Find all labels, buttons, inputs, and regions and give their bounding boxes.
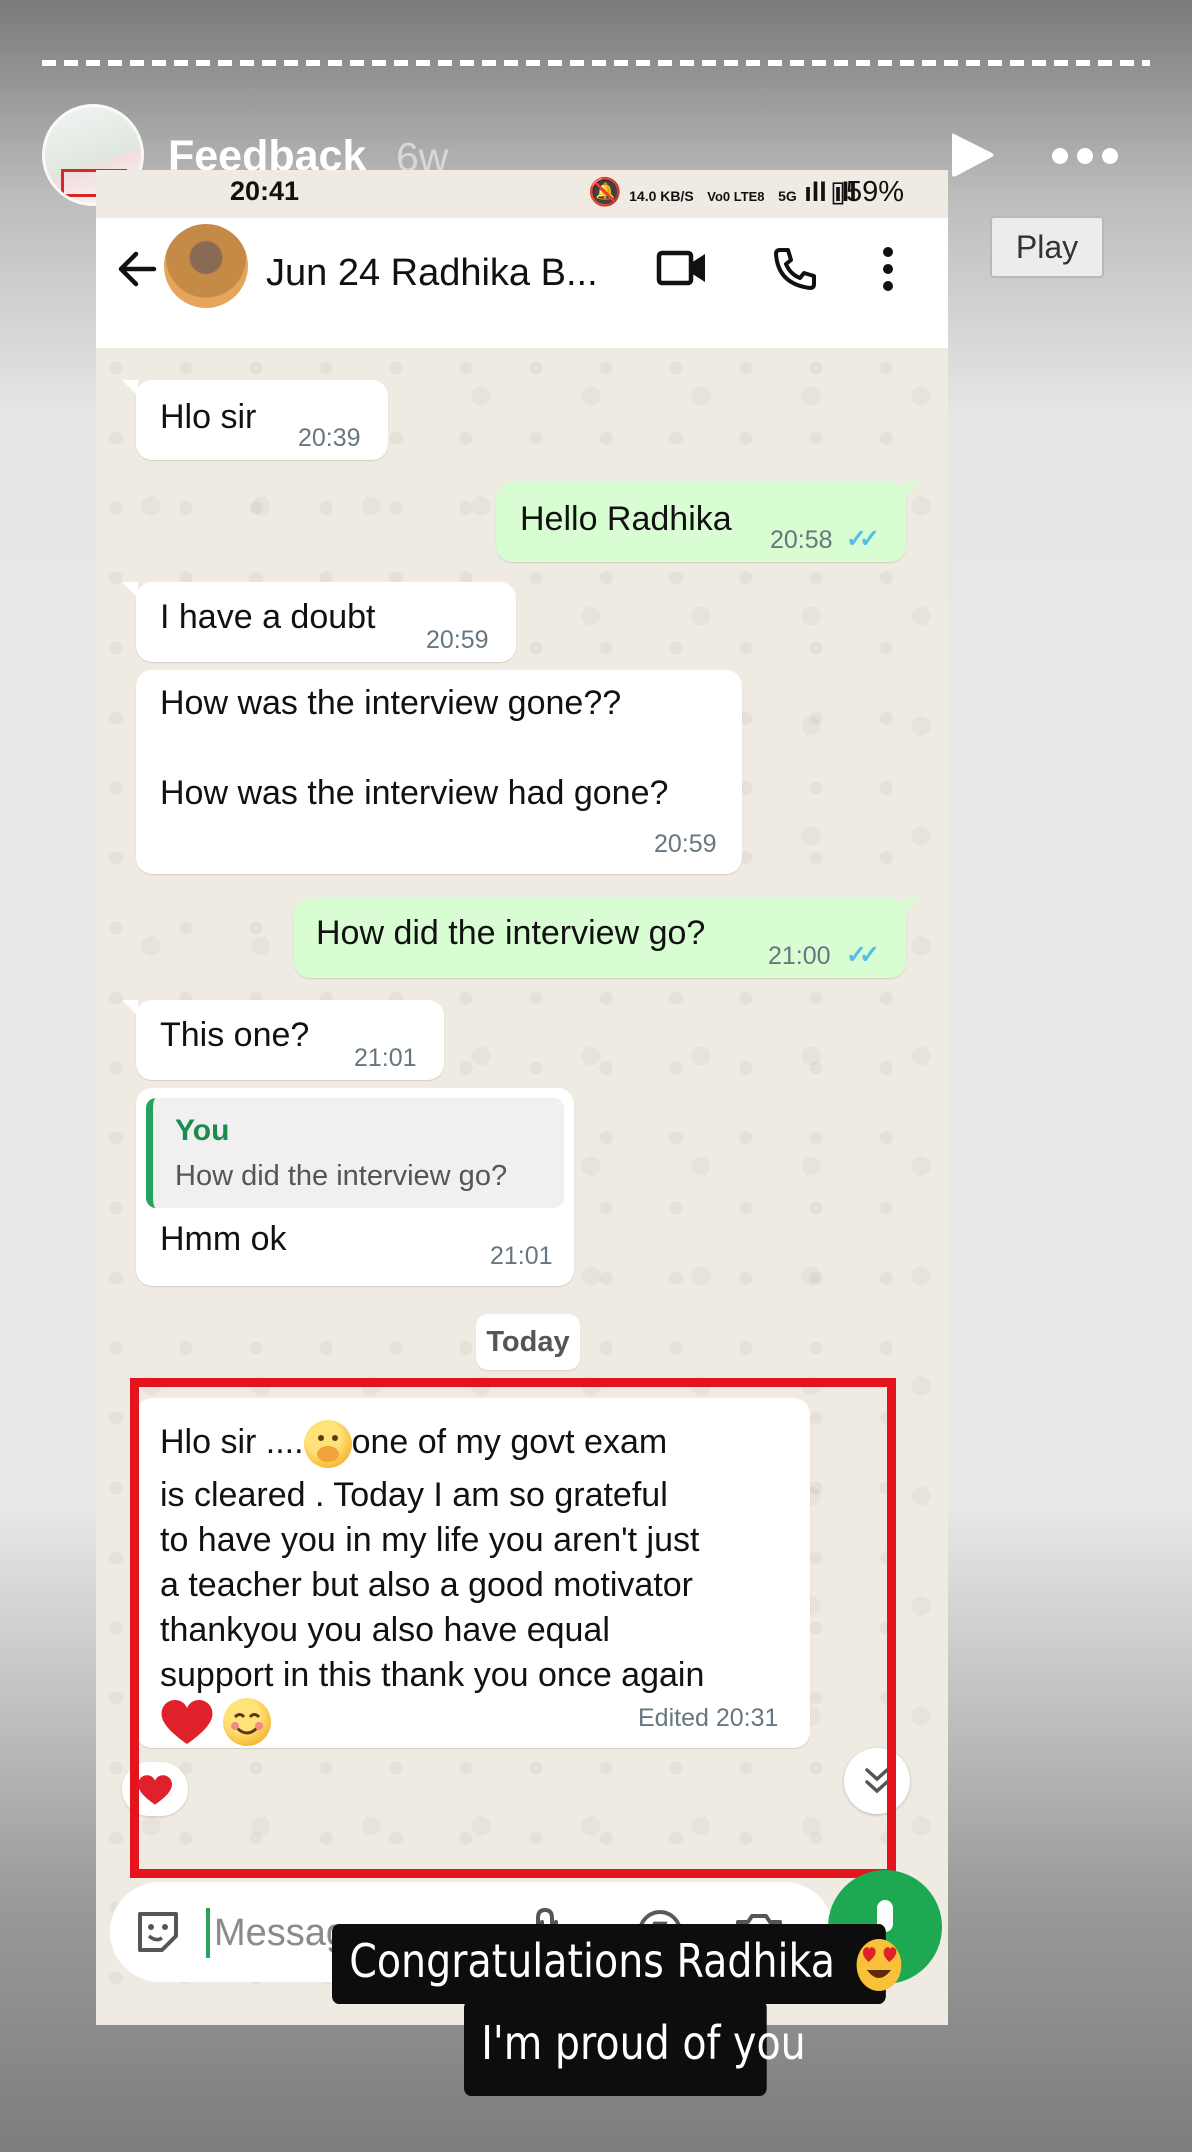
chat-screenshot: 20:41 🔕 14.0 KB/S Vo0 LTE8 5G ıll ıll ▯5…: [96, 170, 948, 2025]
message-incoming[interactable]: Hlo sir 20:39: [122, 380, 388, 460]
story-progress-bar: [42, 60, 1150, 66]
read-ticks-icon: ✓✓: [846, 525, 880, 553]
contact-avatar[interactable]: [164, 224, 248, 308]
message-text-line: How was the interview gone??: [160, 684, 622, 722]
video-call-icon[interactable]: [656, 248, 708, 288]
text-cursor: [206, 1908, 210, 1958]
message-outgoing[interactable]: Hello Radhika 20:58 ✓✓: [496, 482, 920, 562]
status-time: 20:41: [230, 176, 300, 206]
message-text: This one?: [160, 1016, 310, 1054]
volte-label: Vo0 LTE8: [707, 189, 765, 204]
message-time: 21:01: [354, 1044, 417, 1072]
sticker-icon[interactable]: [134, 1908, 182, 1956]
message-time: 20:59: [426, 626, 489, 654]
message-time: 20:59: [654, 830, 717, 858]
phone-call-icon[interactable]: [772, 246, 818, 292]
message-text: I have a doubt: [160, 598, 376, 636]
battery-level: ▯59%: [830, 176, 905, 208]
story-caption-line2: I'm proud of you: [464, 2000, 806, 2096]
overflow-menu-icon[interactable]: [882, 246, 894, 292]
chat-header: Jun 24 Radhika B...: [96, 218, 948, 348]
back-arrow-icon[interactable]: [114, 246, 160, 292]
signal-label: 5G: [778, 188, 797, 204]
message-time: 21:00: [768, 942, 831, 970]
highlight-box: [130, 1378, 896, 1878]
message-time: 20:58: [770, 526, 833, 554]
message-text: Hlo sir: [160, 398, 257, 436]
more-icon[interactable]: [1050, 146, 1120, 166]
heart-eyes-emoji-icon: [856, 1938, 901, 1991]
message-time: 20:39: [298, 424, 361, 452]
status-icons: 🔕 14.0 KB/S Vo0 LTE8 5G ıll ıll: [588, 176, 857, 208]
play-icon[interactable]: [948, 130, 996, 180]
quote-text: How did the interview go?: [175, 1160, 508, 1192]
network-speed: 14.0 KB/S: [629, 188, 694, 204]
message-text: Hello Radhika: [520, 500, 732, 538]
story-caption-line1: Congratulations Radhika: [332, 1924, 901, 2004]
read-ticks-icon: ✓✓: [846, 941, 880, 969]
play-tooltip: Play: [990, 216, 1104, 278]
message-text-line: How was the interview had gone?: [160, 774, 669, 812]
mute-icon: 🔕: [588, 177, 630, 207]
phone-status-bar: 20:41 🔕 14.0 KB/S Vo0 LTE8 5G ıll ıll ▯5…: [96, 170, 948, 210]
contact-name[interactable]: Jun 24 Radhika B...: [266, 252, 598, 295]
message-outgoing[interactable]: How did the interview go? 21:00 ✓✓: [294, 898, 920, 978]
quote-author: You: [175, 1114, 230, 1147]
message-incoming[interactable]: How was the interview gone?? How was the…: [136, 670, 742, 874]
message-text: Hmm ok: [160, 1220, 287, 1258]
quoted-message[interactable]: You How did the interview go?: [146, 1098, 564, 1208]
date-separator: Today: [476, 1314, 580, 1370]
message-incoming-reply[interactable]: You How did the interview go? Hmm ok 21:…: [136, 1088, 574, 1286]
message-time: 21:01: [490, 1242, 553, 1270]
message-incoming[interactable]: I have a doubt 20:59: [122, 582, 516, 662]
message-incoming[interactable]: This one? 21:01: [122, 1000, 444, 1080]
message-text: How did the interview go?: [316, 914, 706, 952]
